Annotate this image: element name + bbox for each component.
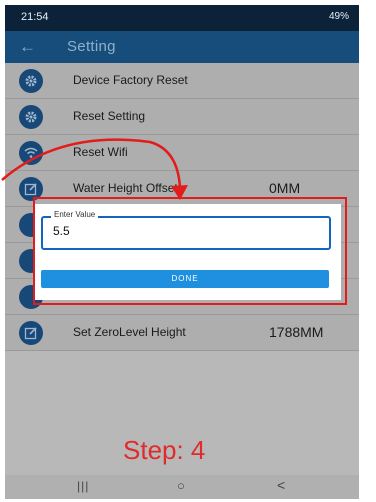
done-button[interactable]: DONE [41,270,329,288]
setting-label: Set ZeroLevel Height [73,325,186,339]
page-title: Setting [67,38,116,55]
home-icon[interactable]: ○ [177,478,185,493]
phone-screen: 21:54 49% ← Setting Device Factory Reset… [5,5,359,499]
setting-value: 0MM [269,180,301,196]
back-icon[interactable]: < [277,477,285,493]
status-time: 21:54 [21,11,49,23]
setting-label: Device Factory Reset [73,73,188,87]
recent-apps-icon[interactable]: ||| [77,479,89,493]
edit-icon [19,321,43,345]
enter-value-dialog: 5.5 Enter Value DONE [35,204,341,300]
annotation-arrow [1,138,188,200]
step-annotation: Step: 4 [123,435,206,465]
input-value: 5.5 [53,224,70,238]
gear-icon [19,69,43,93]
setting-label: Reset Setting [73,109,146,123]
gear-icon [19,105,43,129]
navigation-bar: ||| ○ < [5,475,359,499]
status-bar: 21:54 49% [5,5,359,31]
input-label: Enter Value [51,210,99,219]
status-battery: 49% [328,11,349,22]
app-bar: ← Setting [5,31,359,63]
value-input[interactable]: 5.5 [41,216,331,250]
arrow-left-icon[interactable]: ← [19,37,36,57]
setting-value: 1788MM [269,324,324,340]
setting-device-factory-reset[interactable]: Device Factory Reset [5,63,359,99]
setting-set-zerolevel-height[interactable]: Set ZeroLevel Height 1788MM [5,315,359,351]
